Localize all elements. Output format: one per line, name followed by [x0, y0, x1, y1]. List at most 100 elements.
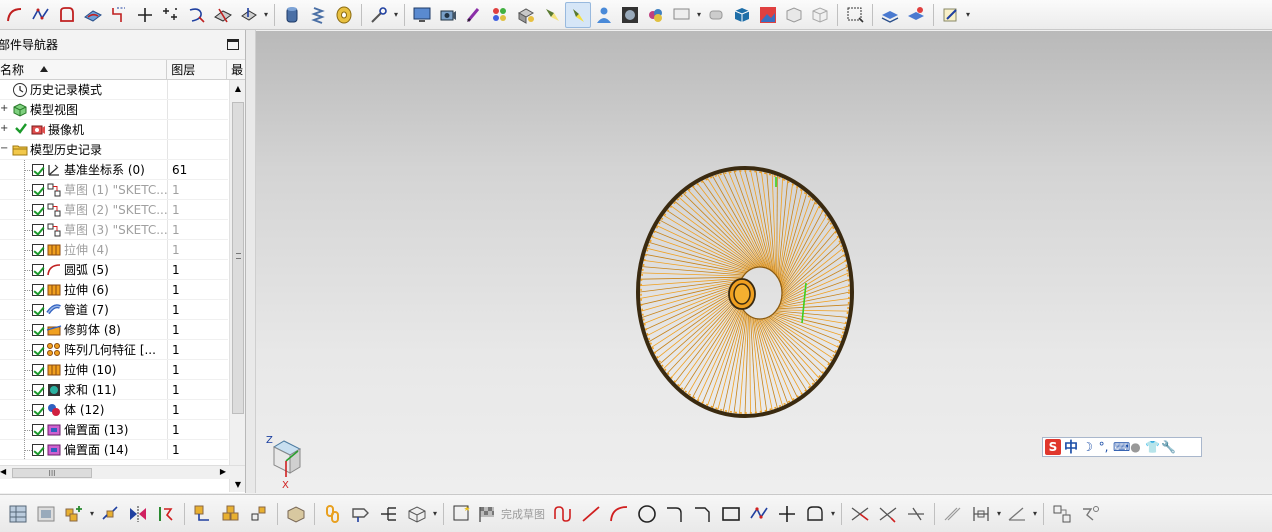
project-curve-button[interactable]: [236, 2, 262, 28]
sketch-arc-button[interactable]: [605, 500, 633, 528]
intersection-curve-button[interactable]: [184, 2, 210, 28]
assembly-button[interactable]: [189, 500, 217, 528]
panel-splitter[interactable]: [246, 30, 256, 493]
wave-link-button[interactable]: [347, 500, 375, 528]
tree-row-name[interactable]: 管道 (7): [0, 300, 168, 319]
scene-button[interactable]: [643, 2, 669, 28]
hidden-cube-button[interactable]: [807, 2, 833, 28]
edit-display-button[interactable]: [461, 2, 487, 28]
visibility-checkbox[interactable]: [32, 243, 44, 256]
box-button[interactable]: [403, 500, 431, 528]
rectangle-button[interactable]: [717, 500, 745, 528]
tree-row[interactable]: + 摄像机: [0, 120, 228, 140]
display-button[interactable]: [409, 2, 435, 28]
linear-dimension-button[interactable]: [967, 500, 995, 528]
tree-row-name[interactable]: 草图 (1) "SKETC...: [0, 180, 168, 199]
user-button[interactable]: [591, 2, 617, 28]
show-constraints-button[interactable]: [1048, 500, 1076, 528]
tree-row[interactable]: 偏置面 (14) 1: [0, 440, 228, 460]
tree-row[interactable]: 偏置面 (13) 1: [0, 420, 228, 440]
tree-row-name[interactable]: 草图 (3) "SKETC...: [0, 220, 168, 239]
tree-row-name[interactable]: 拉伸 (4): [0, 240, 168, 259]
tree-row-name[interactable]: 偏置面 (14): [0, 440, 168, 459]
visibility-checkbox[interactable]: [32, 163, 44, 176]
column-name[interactable]: 名称: [0, 60, 168, 79]
graphics-viewport[interactable]: Z X S 中 ☽ °, ⌨ ● 👕 🔧: [256, 31, 1272, 493]
tree-row[interactable]: 阵列几何特征 [... 1: [0, 340, 228, 360]
tree-row[interactable]: 拉伸 (10) 1: [0, 360, 228, 380]
explode-button[interactable]: [282, 500, 310, 528]
visibility-checkbox[interactable]: [32, 363, 44, 376]
offset-curve-button[interactable]: [106, 2, 132, 28]
sketch-button[interactable]: [448, 500, 476, 528]
move-component-button[interactable]: [96, 500, 124, 528]
maximize-icon[interactable]: [227, 39, 239, 50]
dropdown-arrow[interactable]: ▾: [964, 2, 972, 28]
image-button[interactable]: [755, 2, 781, 28]
vertical-scrollbar[interactable]: ▲ ▼: [229, 80, 245, 492]
ime-logo-icon[interactable]: S: [1045, 439, 1061, 455]
link-button[interactable]: [319, 500, 347, 528]
shade-button[interactable]: [703, 2, 729, 28]
dropdown-arrow[interactable]: ▾: [695, 2, 703, 28]
tree-row[interactable]: 草图 (3) "SKETC... 1: [0, 220, 228, 240]
visibility-checkbox[interactable]: [32, 443, 44, 456]
dropdown-arrow[interactable]: ▾: [392, 2, 400, 28]
ime-toolbar[interactable]: S 中 ☽ °, ⌨ ● 👕 🔧: [1042, 437, 1202, 457]
circle-button[interactable]: [633, 500, 661, 528]
tree-row-name[interactable]: 修剪体 (8): [0, 320, 168, 339]
washer-button[interactable]: [331, 2, 357, 28]
tree-row-name[interactable]: 求和 (11): [0, 380, 168, 399]
visibility-checkbox[interactable]: [32, 283, 44, 296]
wrench-icon[interactable]: 🔧: [1161, 440, 1176, 454]
dropdown-arrow[interactable]: ▾: [1031, 501, 1039, 527]
checkmark-icon[interactable]: [14, 121, 28, 138]
tree-row-name[interactable]: 偏置面 (13): [0, 420, 168, 439]
tree-row-name[interactable]: 圆弧 (5): [0, 260, 168, 279]
tree-row[interactable]: 圆弧 (5) 1: [0, 260, 228, 280]
dropdown-arrow[interactable]: ▾: [262, 2, 270, 28]
visibility-checkbox[interactable]: [32, 263, 44, 276]
material-button[interactable]: [513, 2, 539, 28]
hscroll-thumb[interactable]: III: [12, 468, 92, 478]
tree-row-name[interactable]: 体 (12): [0, 400, 168, 419]
view-triad[interactable]: Z X: [264, 433, 308, 491]
tree-row-name[interactable]: 拉伸 (6): [0, 280, 168, 299]
tree-row-name[interactable]: 草图 (2) "SKETC...: [0, 200, 168, 219]
angle-button[interactable]: [1003, 500, 1031, 528]
tree-row[interactable]: 历史记录模式: [0, 80, 228, 100]
tools-button[interactable]: [366, 2, 392, 28]
tree-row-name[interactable]: 拉伸 (10): [0, 360, 168, 379]
dimension-button[interactable]: [939, 500, 967, 528]
arrangement-button[interactable]: [245, 500, 273, 528]
tree-row-name[interactable]: 历史记录模式: [0, 80, 168, 99]
constraint-button[interactable]: [152, 500, 180, 528]
screen-capture-button[interactable]: [669, 2, 695, 28]
color-palette-button[interactable]: [487, 2, 513, 28]
expand-icon[interactable]: +: [0, 104, 9, 114]
table-button[interactable]: [4, 500, 32, 528]
user-icon[interactable]: ●: [1129, 440, 1142, 454]
dropdown-arrow[interactable]: ▾: [431, 501, 439, 527]
skin-icon[interactable]: 👕: [1145, 440, 1160, 454]
drafting-button[interactable]: [938, 2, 964, 28]
visibility-checkbox[interactable]: [32, 203, 44, 216]
chamfer-button[interactable]: [689, 500, 717, 528]
curve-on-surface-button[interactable]: [80, 2, 106, 28]
visibility-checkbox[interactable]: [32, 223, 44, 236]
camera-view-button[interactable]: [435, 2, 461, 28]
cylinder-button[interactable]: [279, 2, 305, 28]
punctuation-icon[interactable]: °,: [1097, 440, 1110, 454]
column-layer[interactable]: 图层: [167, 60, 228, 79]
tree-row[interactable]: 草图 (1) "SKETC... 1: [0, 180, 228, 200]
layer-button[interactable]: [877, 2, 903, 28]
dropdown-arrow[interactable]: ▾: [829, 501, 837, 527]
tree-row[interactable]: 求和 (11) 1: [0, 380, 228, 400]
render-button[interactable]: [617, 2, 643, 28]
tree-row[interactable]: 草图 (2) "SKETC... 1: [0, 200, 228, 220]
horizontal-scrollbar[interactable]: ◀ III ▶: [0, 465, 245, 479]
visibility-checkbox[interactable]: [32, 323, 44, 336]
section-curve-button[interactable]: [210, 2, 236, 28]
point-button[interactable]: [132, 2, 158, 28]
dropdown-arrow[interactable]: ▾: [88, 501, 96, 527]
